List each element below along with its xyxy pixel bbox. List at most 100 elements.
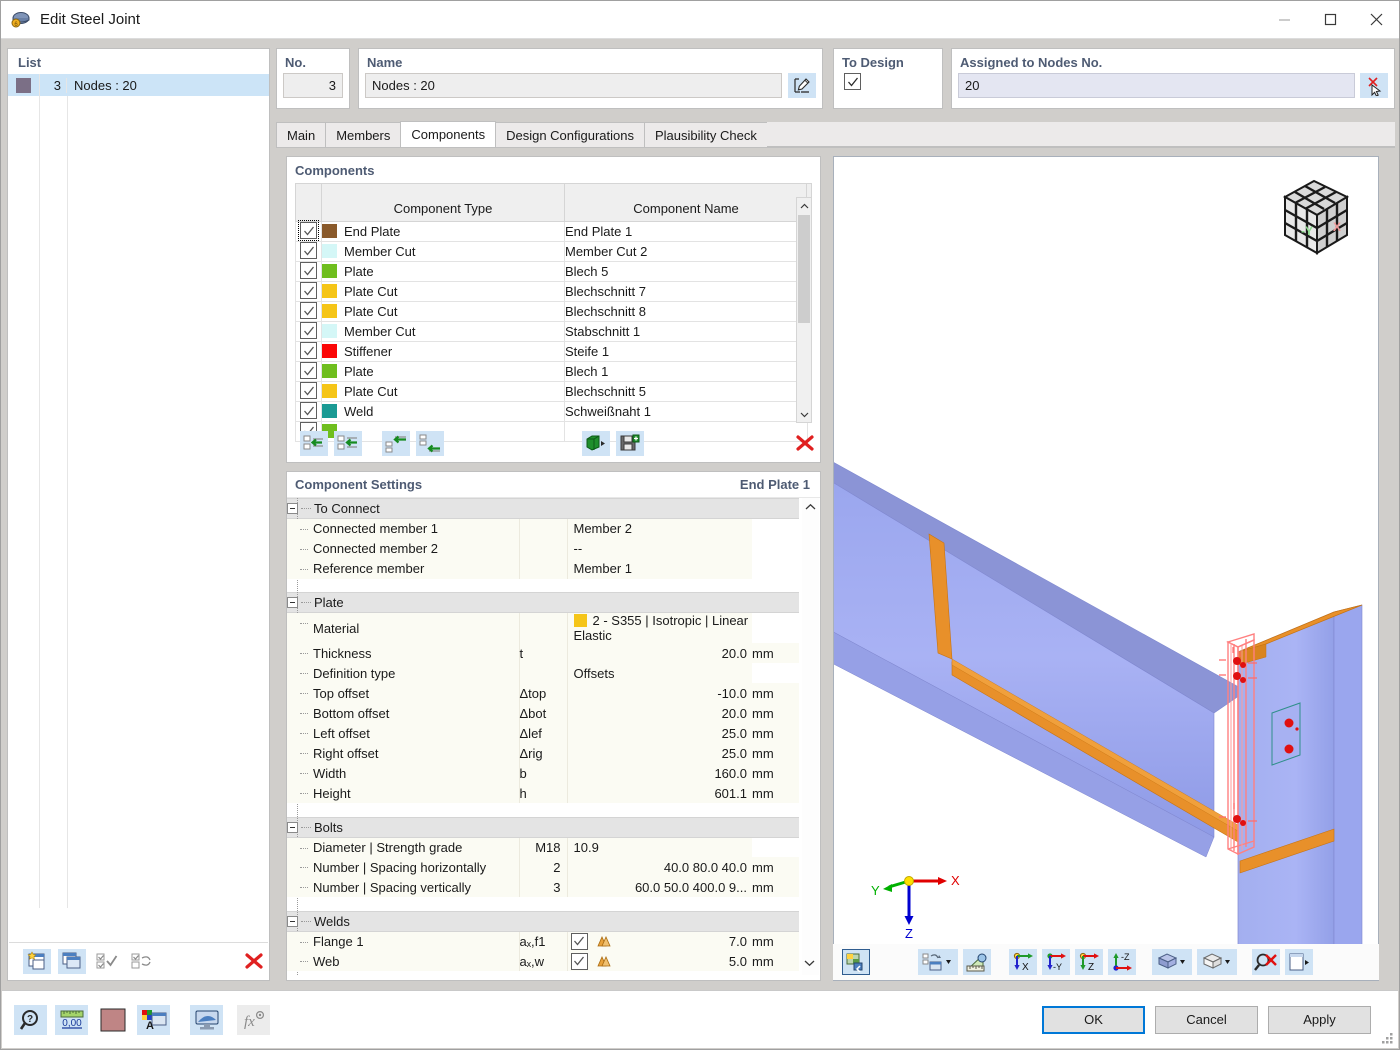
settings-row[interactable]: Number | Spacing vertically 3 60.0 50.0 40… (287, 877, 799, 897)
settings-group-header[interactable]: To Connect (287, 498, 799, 519)
settings-value-cell[interactable]: 7.0 (566, 931, 752, 951)
import-component-button[interactable] (581, 430, 610, 456)
settings-scroll-up-icon[interactable] (802, 498, 819, 514)
wireframe-cube-button[interactable] (1197, 949, 1237, 975)
new-joint-button[interactable] (23, 948, 51, 974)
row-checkbox-cell[interactable] (295, 320, 322, 342)
settings-value-cell[interactable]: 601.1 (566, 783, 752, 803)
settings-value-cell[interactable]: 25.0 (566, 743, 752, 763)
view-minus-z-icon[interactable]: -Z (1108, 949, 1136, 975)
help-magnifier-icon[interactable]: ? (14, 1004, 47, 1035)
render-mode-button[interactable] (842, 949, 870, 975)
color-swatch-icon[interactable] (96, 1005, 129, 1035)
table-row[interactable]: Member Cut Stabschnitt 1 (295, 320, 808, 342)
component-enabled-checkbox[interactable] (300, 262, 317, 280)
navigation-cube[interactable]: -Y X (1267, 169, 1362, 267)
settings-scrollbar[interactable] (802, 498, 819, 975)
collapse-icon[interactable] (287, 821, 298, 833)
tab-design-configurations[interactable]: Design Configurations (495, 122, 645, 147)
settings-row[interactable]: Height h 601.1 mm (287, 783, 799, 803)
component-enabled-checkbox[interactable] (300, 382, 317, 400)
view-minus-y-icon[interactable]: -Y (1042, 949, 1070, 975)
maximize-button[interactable] (1307, 1, 1353, 39)
move-component-down-button[interactable] (415, 430, 444, 456)
settings-row[interactable]: Material 2 - S355 | Isotropic | Linear El… (287, 612, 799, 643)
measure-button[interactable] (963, 949, 991, 975)
insert-component-button[interactable] (300, 430, 328, 456)
assigned-nodes-field[interactable]: 20 (958, 73, 1355, 98)
settings-group-header[interactable]: Welds (287, 910, 799, 932)
settings-scroll-down-icon[interactable] (804, 955, 815, 971)
row-checkbox-cell[interactable] (295, 280, 322, 302)
component-enabled-checkbox[interactable] (300, 362, 317, 380)
settings-row[interactable]: Bottom offset Δbot 20.0 mm (287, 703, 799, 723)
display-properties-button[interactable] (918, 949, 958, 975)
settings-group-header[interactable]: Bolts (287, 816, 799, 838)
table-row[interactable]: Weld Schweißnaht 1 (295, 400, 808, 422)
collapse-icon[interactable] (287, 915, 298, 927)
row-checkbox-cell[interactable] (295, 380, 322, 402)
settings-row[interactable]: Web aₓ,w 5.0 mm (287, 951, 799, 971)
tab-main[interactable]: Main (276, 122, 327, 147)
panel-toggle-icon[interactable] (1285, 949, 1313, 975)
component-enabled-checkbox[interactable] (300, 322, 317, 340)
delete-joint-button[interactable] (240, 949, 268, 974)
settings-row[interactable]: Connected member 1 Member 2 (287, 518, 799, 539)
delete-component-button[interactable] (791, 431, 819, 456)
name-field[interactable]: Nodes : 20 (365, 73, 782, 98)
collapse-icon[interactable] (287, 597, 298, 608)
zoom-cancel-icon[interactable] (1252, 949, 1280, 975)
ok-button[interactable]: OK (1042, 1005, 1145, 1034)
solid-model-button[interactable] (1152, 949, 1192, 975)
settings-value-cell[interactable]: -- (566, 538, 752, 559)
view-x-icon[interactable]: X (1009, 949, 1037, 975)
settings-row[interactable]: Thickness t 20.0 mm (287, 643, 799, 663)
table-row[interactable]: Plate Cut Blechschnitt 8 (295, 300, 808, 322)
settings-value-cell[interactable]: 20.0 (566, 643, 752, 663)
settings-value-cell[interactable]: 10.9 (566, 837, 752, 857)
monitor-icon[interactable] (190, 1004, 223, 1035)
settings-row[interactable]: Number | Spacing horizontally 2 40.0 80.0 … (287, 857, 799, 877)
component-enabled-checkbox[interactable] (300, 282, 317, 300)
settings-value-cell[interactable]: Member 2 (566, 518, 752, 539)
settings-group-header[interactable]: Plate (287, 592, 799, 613)
component-enabled-checkbox[interactable] (300, 402, 317, 420)
tab-plausibility-check[interactable]: Plausibility Check (644, 122, 768, 147)
components-scroll-thumb[interactable] (798, 215, 810, 323)
settings-group-row[interactable]: To Connect (287, 498, 799, 519)
resize-grip[interactable] (1382, 1033, 1394, 1045)
component-enabled-checkbox[interactable] (298, 220, 319, 242)
table-row[interactable]: Plate Blech 5 (295, 260, 808, 282)
weld-enabled-checkbox[interactable] (570, 932, 588, 950)
row-checkbox-cell[interactable] (295, 240, 322, 262)
table-row[interactable]: Plate Cut Blechschnitt 5 (295, 380, 808, 402)
weld-enabled-checkbox[interactable] (570, 952, 588, 970)
table-row[interactable]: End Plate End Plate 1 (295, 220, 808, 242)
invert-selection-button[interactable] (128, 949, 156, 974)
tab-components[interactable]: Components (400, 121, 497, 147)
move-component-up-button[interactable] (381, 430, 410, 456)
settings-group-row[interactable]: Welds (287, 910, 799, 932)
view-z-icon[interactable]: Z (1075, 949, 1103, 975)
settings-value-cell[interactable]: 160.0 (566, 763, 752, 783)
minimize-button[interactable] (1261, 1, 1307, 39)
units-000-icon[interactable]: 0,00 (55, 1004, 88, 1035)
settings-row[interactable]: Flange 1 aₓ,f1 7.0 mm (287, 931, 799, 951)
settings-value-cell[interactable]: 2 - S355 | Isotropic | Linear Elastic (566, 612, 752, 643)
settings-mid-cell[interactable]: M18 (518, 837, 567, 857)
settings-value-cell[interactable]: Offsets (566, 663, 752, 683)
table-row[interactable]: Member Cut Member Cut 2 (295, 240, 808, 262)
table-row[interactable]: Stiffener Steife 1 (295, 340, 808, 362)
scroll-up-icon[interactable] (797, 198, 811, 214)
3d-viewport[interactable]: -Y X X Y Z (833, 156, 1379, 981)
settings-value-cell[interactable]: 40.0 80.0 40.0 (566, 857, 752, 877)
select-all-button[interactable] (93, 949, 121, 974)
cancel-button[interactable]: Cancel (1155, 1005, 1258, 1034)
component-enabled-checkbox[interactable] (300, 302, 317, 320)
settings-row[interactable]: Diameter | Strength grade M18 10.9 (287, 837, 799, 857)
tab-members[interactable]: Members (325, 122, 402, 147)
settings-row[interactable]: Right offset Δrig 25.0 mm (287, 743, 799, 763)
settings-row[interactable]: Reference member Member 1 (287, 558, 799, 579)
settings-row[interactable]: Top offset Δtop -10.0 mm (287, 683, 799, 703)
row-checkbox-cell[interactable] (295, 220, 322, 242)
